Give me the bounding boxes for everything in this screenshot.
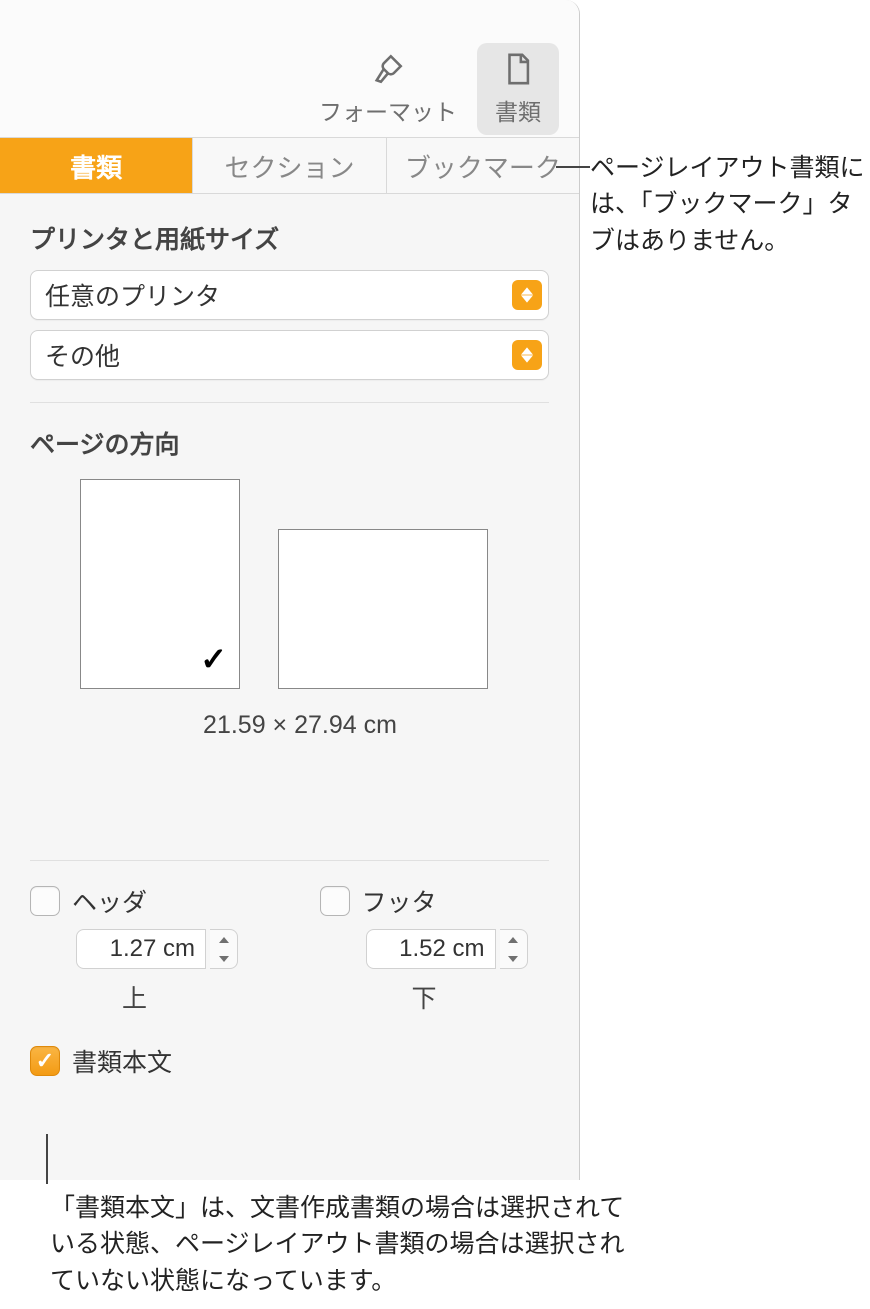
divider xyxy=(30,860,549,861)
toolbar: フォーマット 書類 xyxy=(0,0,579,138)
header-position-label: 上 xyxy=(122,979,147,1015)
page-size-text: 21.59 × 27.94 cm xyxy=(115,711,485,740)
tab-bookmark[interactable]: ブックマーク xyxy=(387,138,579,193)
format-label: フォーマット xyxy=(319,93,457,127)
header-margin-stepper[interactable] xyxy=(76,929,238,969)
footer-label: フッタ xyxy=(362,883,437,919)
inspector-panel: フォーマット 書類 書類 セクション ブックマーク プリンタと用紙サイズ 任意の… xyxy=(0,0,580,1180)
footer-column: フッタ 下 xyxy=(320,883,550,1015)
stepper-down[interactable] xyxy=(210,949,237,968)
divider xyxy=(30,402,549,403)
tab-document[interactable]: 書類 xyxy=(0,138,193,193)
stepper-buttons xyxy=(500,929,528,969)
inspector-content: プリンタと用紙サイズ 任意のプリンタ その他 ページの方向 ✓ 21.59 × … xyxy=(0,194,579,1099)
callout-leader-line xyxy=(556,166,590,168)
paper-value: その他 xyxy=(45,337,512,373)
stepper-down[interactable] xyxy=(500,949,527,968)
tab-section[interactable]: セクション xyxy=(193,138,386,193)
stepper-buttons xyxy=(210,929,238,969)
format-toolbar-button[interactable]: フォーマット xyxy=(319,51,457,127)
stepper-up[interactable] xyxy=(210,930,237,949)
document-icon xyxy=(500,51,536,87)
footer-margin-stepper[interactable] xyxy=(366,929,528,969)
printer-popup[interactable]: 任意のプリンタ xyxy=(30,270,549,320)
document-body-checkbox[interactable] xyxy=(30,1046,60,1076)
callout-bookmark-note: ページレイアウト書類には、「ブックマーク」タブはありません。 xyxy=(590,150,865,259)
callout-bodytext-note: 「書類本文」は、文書作成書類の場合は選択されている状態、ページレイアウト書類の場… xyxy=(50,1190,640,1299)
orientation-portrait[interactable]: ✓ xyxy=(80,479,240,689)
inspector-tabs: 書類 セクション ブックマーク xyxy=(0,138,579,194)
paper-size-popup[interactable]: その他 xyxy=(30,330,549,380)
printer-section-title: プリンタと用紙サイズ xyxy=(30,220,549,256)
stepper-up[interactable] xyxy=(500,930,527,949)
printer-value: 任意のプリンタ xyxy=(45,277,512,313)
footer-margin-input[interactable] xyxy=(366,929,496,969)
paintbrush-icon xyxy=(370,51,406,87)
popup-arrows-icon xyxy=(512,280,542,310)
footer-position-label: 下 xyxy=(412,979,437,1015)
document-toolbar-button[interactable]: 書類 xyxy=(477,43,559,135)
document-label: 書類 xyxy=(495,93,541,127)
header-column: ヘッダ 上 xyxy=(30,883,260,1015)
header-checkbox[interactable] xyxy=(30,886,60,916)
check-icon: ✓ xyxy=(200,640,227,678)
header-label: ヘッダ xyxy=(72,883,147,919)
orientation-landscape[interactable] xyxy=(278,529,488,689)
header-margin-input[interactable] xyxy=(76,929,206,969)
header-footer-row: ヘッダ 上 フッタ xyxy=(30,883,549,1015)
orientation-title: ページの方向 xyxy=(30,425,549,461)
orientation-options: ✓ xyxy=(30,479,549,689)
footer-checkbox[interactable] xyxy=(320,886,350,916)
callout-leader-line xyxy=(46,1134,48,1184)
popup-arrows-icon xyxy=(512,340,542,370)
document-body-label: 書類本文 xyxy=(72,1043,172,1079)
